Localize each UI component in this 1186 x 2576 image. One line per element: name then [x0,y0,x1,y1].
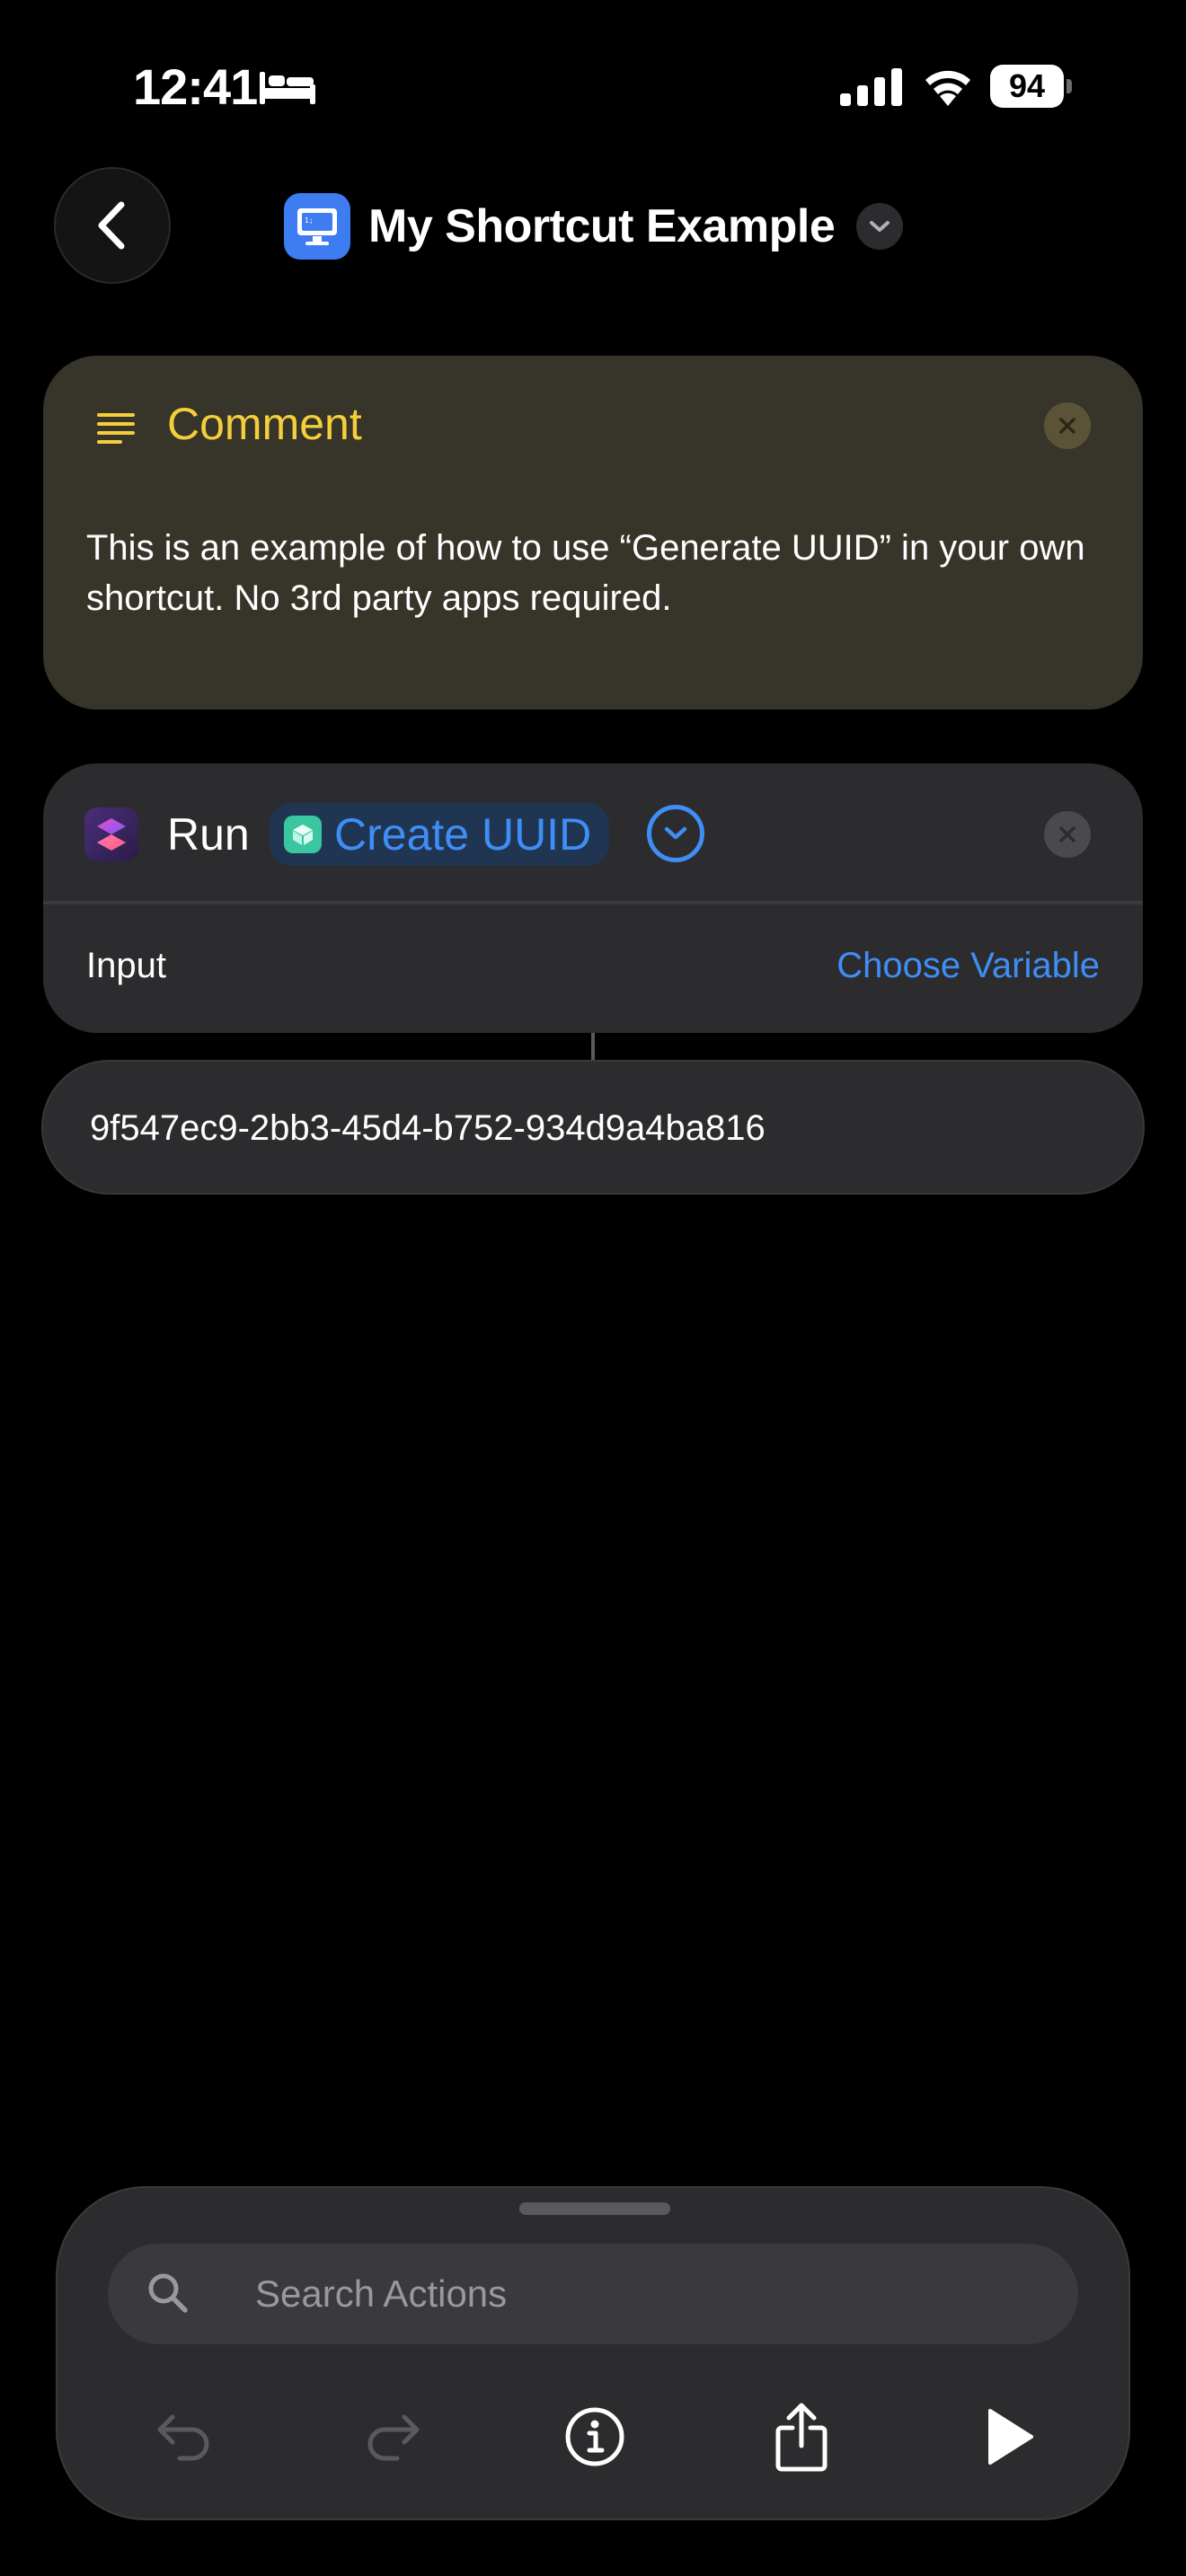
uuid-output-value: 9f547ec9-2bb3-45d4-b752-934d9a4ba816 [90,1108,766,1148]
redo-icon [367,2414,420,2461]
sleep-icon [260,72,315,104]
battery-level: 94 [990,65,1064,108]
run-shortcut-button[interactable] [959,2387,1058,2486]
chevron-left-icon [98,201,125,250]
search-actions-input[interactable]: Search Actions [108,2244,1078,2344]
comment-title: Comment [167,399,362,449]
status-time: 12:41 [133,58,258,115]
cellular-signal-icon [840,68,902,106]
info-button[interactable] [545,2387,644,2486]
back-button[interactable] [54,167,171,284]
shortcuts-icon [84,807,138,861]
shortcut-parameter-token[interactable]: Create UUID [270,803,610,866]
redo-button[interactable] [343,2387,442,2486]
shortcut-editor-screen: 12:41 94 1; My Shortcut Example Comment … [0,0,1186,2576]
wifi-icon [925,70,970,106]
expand-options-button[interactable] [647,805,704,862]
output-result-card[interactable]: 9f547ec9-2bb3-45d4-b752-934d9a4ba816 [41,1060,1145,1195]
play-icon [988,2409,1033,2465]
svg-text:1;: 1; [305,216,314,225]
run-shortcut-action-card: Run Create UUID Input Choose Variable [43,763,1143,1033]
sheet-grabber[interactable] [519,2202,670,2215]
divider [43,901,1143,904]
status-bar: 12:41 94 [0,0,1186,171]
run-label: Run [167,809,250,860]
comment-text[interactable]: This is an example of how to use “Genera… [86,523,1111,623]
battery-cap [1067,79,1072,93]
shortcut-title-menu[interactable]: 1; My Shortcut Example [284,192,904,260]
close-icon [1059,418,1075,434]
input-label: Input [86,946,166,985]
undo-icon [157,2414,209,2461]
monitor-icon: 1; [284,193,350,260]
comment-action-card[interactable]: Comment This is an example of how to use… [43,356,1143,710]
remove-comment-button[interactable] [1044,402,1091,449]
share-button[interactable] [752,2387,851,2486]
info-icon [565,2407,624,2466]
close-icon [1059,826,1075,842]
page-title: My Shortcut Example [368,200,836,252]
chevron-down-icon[interactable] [856,203,904,250]
choose-variable-button[interactable]: Choose Variable [836,943,1100,988]
chevron-down-circle-icon [664,826,687,840]
search-placeholder: Search Actions [255,2272,508,2315]
run-action-row: Run Create UUID [43,763,1143,903]
battery-icon: 94 [990,65,1072,108]
action-sheet: Search Actions [56,2186,1130,2520]
cube-icon [284,816,322,853]
search-icon [148,2273,188,2313]
share-icon [775,2403,828,2472]
shortcut-parameter-label: Create UUID [334,809,592,860]
undo-button[interactable] [135,2387,234,2486]
text-lines-icon [97,413,135,444]
remove-run-action-button[interactable] [1044,811,1091,858]
action-connector [591,1033,595,1060]
